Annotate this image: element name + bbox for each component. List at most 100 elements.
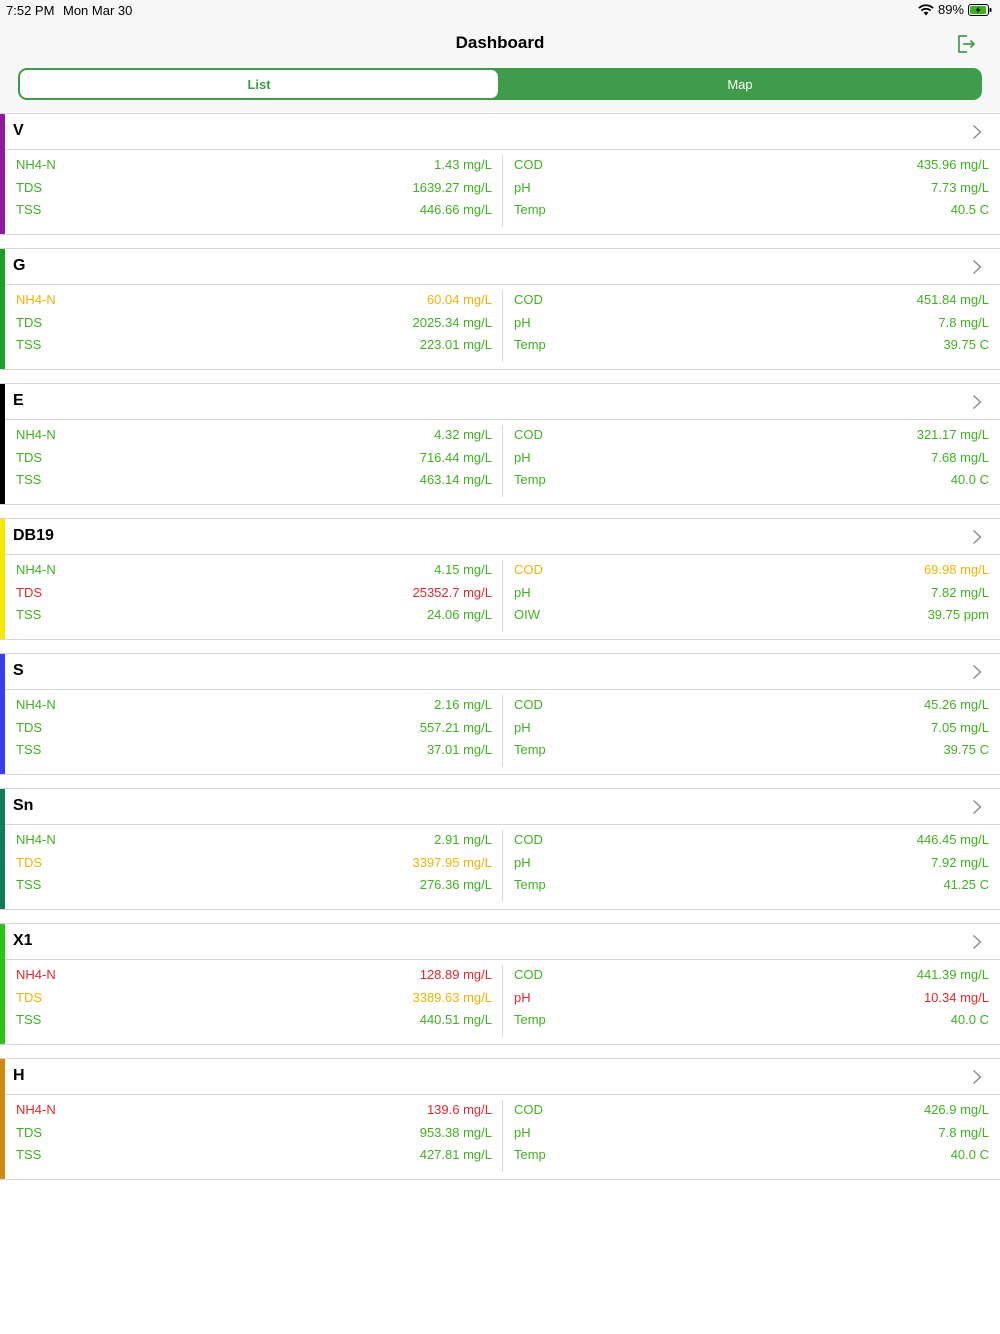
reading-label: COD: [514, 562, 543, 577]
chevron-right-icon: [973, 529, 982, 545]
reading-label: pH: [514, 314, 531, 330]
reading-label: COD: [514, 292, 543, 307]
reading-row: Temp 39.75 C: [514, 738, 989, 761]
reading-row: NH4-N 4.15 mg/L: [16, 558, 492, 581]
site-card-header[interactable]: V: [5, 114, 1000, 150]
reading-value: 3389.63 mg/L: [412, 989, 492, 1005]
column-divider: [502, 695, 503, 767]
battery-percent: 89%: [937, 2, 964, 17]
reading-label: TSS: [16, 337, 42, 352]
column-divider: [502, 560, 503, 632]
reading-label: TDS: [16, 584, 42, 600]
reading-label: NH4-N: [16, 157, 56, 172]
reading-row: TDS 716.44 mg/L: [16, 446, 492, 469]
reading-value: 451.84 mg/L: [916, 292, 989, 307]
reading-row: NH4-N 1.43 mg/L: [16, 153, 492, 176]
reading-row: Temp 41.25 C: [514, 873, 989, 896]
reading-label: TSS: [16, 472, 42, 487]
site-card: V NH4-N 1.43 mg/L TDS 1639.27 mg/L TSS 446.66…: [0, 113, 1000, 235]
reading-label: pH: [514, 719, 531, 735]
reading-label: pH: [514, 1124, 531, 1140]
chevron-right-icon: [973, 394, 982, 410]
page-title: Dashboard: [455, 33, 545, 52]
segment-list[interactable]: List: [20, 70, 498, 98]
reading-row: COD 446.45 mg/L: [514, 828, 989, 851]
reading-row: TSS 223.01 mg/L: [16, 333, 492, 356]
top-bar: 7:52 PM Mon Mar 30 89% Dashboard List Ma…: [0, 0, 1000, 112]
reading-label: Temp: [514, 877, 546, 892]
reading-value: 7.8 mg/L: [938, 314, 989, 330]
reading-label: NH4-N: [16, 427, 56, 442]
chevron-right-icon: [973, 1069, 982, 1085]
reading-value: 440.51 mg/L: [419, 1012, 492, 1027]
site-card-header[interactable]: G: [5, 249, 1000, 285]
logout-button[interactable]: [954, 32, 978, 56]
reading-value: 25352.7 mg/L: [412, 584, 492, 600]
reading-row: COD 69.98 mg/L: [514, 558, 989, 581]
readings-left-column: NH4-N 139.6 mg/L TDS 953.38 mg/L TSS 427.81 m…: [16, 1098, 492, 1166]
column-divider: [502, 830, 503, 902]
site-list: V NH4-N 1.43 mg/L TDS 1639.27 mg/L TSS 446.66…: [0, 113, 1000, 1193]
reading-value: 441.39 mg/L: [916, 967, 989, 982]
reading-row: COD 435.96 mg/L: [514, 153, 989, 176]
readings-right-column: COD 435.96 mg/L pH 7.73 mg/L Temp 40.5 C: [514, 153, 989, 221]
readings-left-column: NH4-N 2.91 mg/L TDS 3397.95 mg/L TSS 276.36 m…: [16, 828, 492, 896]
reading-value: 426.9 mg/L: [923, 1102, 989, 1117]
reading-row: TSS 427.81 mg/L: [16, 1143, 492, 1166]
reading-label: TDS: [16, 449, 42, 465]
reading-value: 60.04 mg/L: [426, 292, 492, 307]
reading-row: TDS 953.38 mg/L: [16, 1121, 492, 1144]
reading-value: 39.75 ppm: [927, 607, 989, 622]
reading-value: 40.0 C: [950, 1147, 989, 1162]
reading-label: COD: [514, 832, 543, 847]
site-card-header[interactable]: E: [5, 384, 1000, 420]
site-readings: NH4-N 128.89 mg/L TDS 3389.63 mg/L TSS 440.51…: [5, 960, 1000, 1044]
reading-value: 24.06 mg/L: [426, 607, 492, 622]
site-readings: NH4-N 4.32 mg/L TDS 716.44 mg/L TSS 463.14 mg…: [5, 420, 1000, 504]
reading-value: 40.5 C: [950, 202, 989, 217]
reading-label: TSS: [16, 202, 42, 217]
reading-value: 128.89 mg/L: [419, 967, 492, 982]
site-card-header[interactable]: Sn: [5, 789, 1000, 825]
reading-label: NH4-N: [16, 562, 56, 577]
chevron-right-icon: [973, 259, 982, 275]
segment-map[interactable]: Map: [500, 70, 980, 98]
reading-label: Temp: [514, 337, 546, 352]
readings-right-column: COD 426.9 mg/L pH 7.8 mg/L Temp 40.0 C: [514, 1098, 989, 1166]
site-card-header[interactable]: DB19: [5, 519, 1000, 555]
reading-value: 446.66 mg/L: [419, 202, 492, 217]
site-card-header[interactable]: X1: [5, 924, 1000, 960]
reading-row: COD 451.84 mg/L: [514, 288, 989, 311]
reading-row: Temp 40.0 C: [514, 1008, 989, 1031]
status-date: Mon Mar 30: [63, 3, 133, 18]
reading-label: pH: [514, 584, 531, 600]
readings-right-column: COD 451.84 mg/L pH 7.8 mg/L Temp 39.75 C: [514, 288, 989, 356]
reading-value: 321.17 mg/L: [916, 427, 989, 442]
reading-value: 2025.34 mg/L: [412, 314, 492, 330]
reading-row: TDS 3397.95 mg/L: [16, 851, 492, 874]
site-card-header[interactable]: S: [5, 654, 1000, 690]
site-name: DB19: [13, 527, 54, 544]
reading-label: COD: [514, 427, 543, 442]
reading-row: TDS 1639.27 mg/L: [16, 176, 492, 199]
reading-row: TDS 25352.7 mg/L: [16, 581, 492, 604]
reading-label: OIW: [514, 607, 540, 622]
reading-row: Temp 40.0 C: [514, 468, 989, 491]
reading-value: 4.15 mg/L: [434, 562, 492, 577]
reading-row: OIW 39.75 ppm: [514, 603, 989, 626]
logout-icon: [958, 35, 975, 53]
reading-label: TDS: [16, 989, 42, 1005]
readings-left-column: NH4-N 4.32 mg/L TDS 716.44 mg/L TSS 463.14 mg…: [16, 423, 492, 491]
reading-label: COD: [514, 157, 543, 172]
status-right: 89%: [918, 2, 992, 17]
readings-right-column: COD 446.45 mg/L pH 7.92 mg/L Temp 41.25 C: [514, 828, 989, 896]
reading-label: TSS: [16, 607, 42, 622]
reading-row: COD 45.26 mg/L: [514, 693, 989, 716]
chevron-right-icon: [973, 934, 982, 950]
site-card-header[interactable]: H: [5, 1059, 1000, 1095]
reading-value: 39.75 C: [943, 742, 989, 757]
readings-right-column: COD 69.98 mg/L pH 7.82 mg/L OIW 39.75 ppm: [514, 558, 989, 626]
reading-value: 45.26 mg/L: [923, 697, 989, 712]
reading-row: COD 441.39 mg/L: [514, 963, 989, 986]
reading-row: NH4-N 2.91 mg/L: [16, 828, 492, 851]
